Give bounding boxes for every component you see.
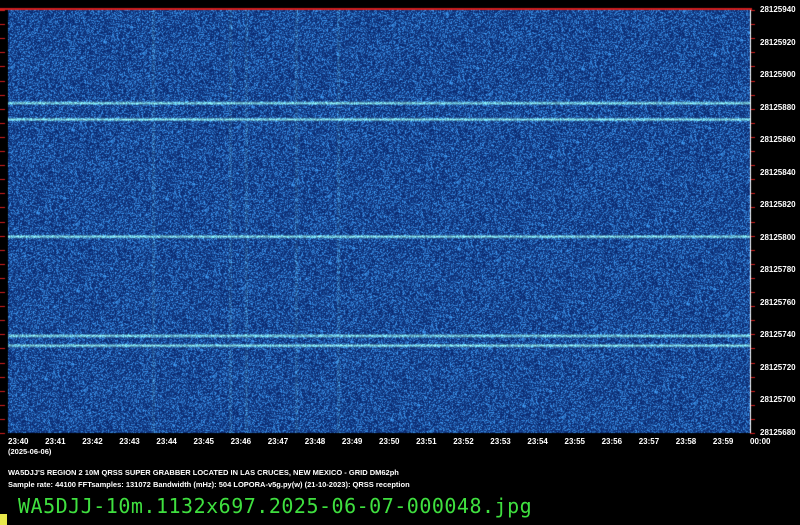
time-tick-label: 00:00 — [750, 437, 771, 446]
reception-parameters: Sample rate: 44100 FFTsamples: 131072 Ba… — [8, 480, 410, 489]
frequency-tick-label: 28125740 — [760, 330, 796, 340]
time-tick-label: 23:49 — [341, 437, 363, 446]
frequency-tick-label: 28125780 — [760, 265, 796, 275]
time-tick-label: 23:57 — [638, 437, 660, 446]
frequency-tick-label: 28125800 — [760, 232, 796, 242]
time-tick-label: 23:45 — [193, 437, 214, 446]
filename-caption: WA5DJJ-10m.1132x697.2025-06-07-000048.jp… — [18, 494, 533, 518]
station-title: WA5DJJ'S REGION 2 10M QRSS SUPER GRABBER… — [8, 468, 399, 477]
time-tick-label: 23:59 — [712, 437, 734, 446]
text-cursor — [0, 514, 7, 525]
time-tick-label: 23:43 — [119, 437, 140, 446]
time-tick-label: 23:51 — [416, 437, 437, 446]
frequency-tick-label: 28125760 — [760, 297, 796, 307]
frequency-tick-label: 28125920 — [760, 37, 796, 47]
frequency-tick-label: 28125720 — [760, 362, 796, 372]
time-tick-label: 23:41 — [45, 437, 66, 446]
frequency-tick-label: 28125820 — [760, 200, 796, 210]
time-tick-label: 23:53 — [490, 437, 511, 446]
time-tick-label: 23:52 — [453, 437, 474, 446]
frequency-tick-label: 28125700 — [760, 395, 796, 405]
date-label: (2025-06-06) — [8, 447, 52, 456]
time-tick-label: 23:44 — [156, 437, 177, 446]
time-tick-label: 23:56 — [601, 437, 623, 446]
time-tick-label: 23:46 — [230, 437, 252, 446]
frequency-tick-label: 28125880 — [760, 102, 796, 112]
time-tick-label: 23:40 — [8, 437, 29, 446]
frequency-tick-label: 28125940 — [760, 5, 796, 14]
time-tick-label: 23:55 — [564, 437, 585, 446]
time-tick-label: 23:42 — [82, 437, 103, 446]
time-tick-label: 23:47 — [267, 437, 289, 446]
frequency-tick-label: 28125900 — [760, 70, 796, 80]
frequency-tick-label: 28125840 — [760, 167, 796, 177]
frequency-tick-label: 28125860 — [760, 135, 796, 145]
time-tick-label: 23:58 — [675, 437, 697, 446]
time-tick-label: 23:48 — [304, 437, 326, 446]
time-tick-label: 23:54 — [527, 437, 548, 446]
time-tick-label: 23:50 — [379, 437, 400, 446]
waterfall-spectrogram — [0, 0, 800, 525]
